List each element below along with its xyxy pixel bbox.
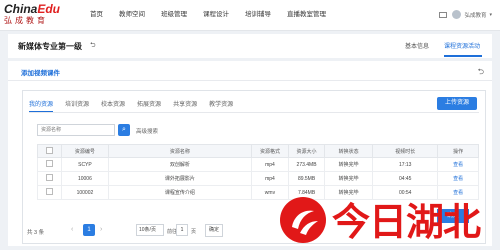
main-nav: 首页 教师空间 班级管理 课程设计 培训辅导 直播教室管理 <box>90 0 342 30</box>
tab-extended-resources[interactable]: 拓展资源 <box>137 99 161 112</box>
tab-basic-info[interactable]: 基本信息 <box>405 41 429 50</box>
cell-name: 双创解析 <box>107 157 252 172</box>
total-count: 共 3 条 <box>27 230 45 236</box>
brand-logo-cn: 弘成教育 <box>4 16 48 25</box>
nav-item-home[interactable]: 首页 <box>90 0 103 30</box>
nav-item-live-classroom[interactable]: 直播教室管理 <box>287 0 326 30</box>
tab-course-resources[interactable]: 课程资源活动 <box>444 41 480 50</box>
advanced-search-link[interactable]: 高级搜索 <box>136 127 158 135</box>
page-number-current[interactable]: 1 <box>83 224 95 236</box>
column-header-id: 资源编号 <box>60 144 109 158</box>
divider <box>8 80 492 81</box>
avatar <box>452 10 462 19</box>
watermark-logo-icon <box>280 197 326 243</box>
cell-duration: 04:45 <box>372 171 439 186</box>
cell-id: SCYP <box>60 157 109 172</box>
user-name: 弘成教育 <box>464 12 487 19</box>
view-link[interactable]: 查看 <box>437 157 479 172</box>
nav-item-training[interactable]: 培训辅导 <box>245 0 271 30</box>
course-header: 新媒体专业第一级 ⮌ 基本信息 课程资源活动 <box>8 34 492 58</box>
cell-format: mp4 <box>250 157 290 172</box>
tab-shared-resources[interactable]: 共享资源 <box>173 99 197 112</box>
column-header-size: 资源大小 <box>288 144 326 158</box>
table-row: SCYP 双创解析 mp4 273.4MB 转换完毕 17:13 查看 <box>37 157 479 172</box>
search-icon: ⌕ <box>122 126 126 133</box>
chevron-down-icon: ▾ <box>489 11 492 18</box>
column-header-name: 资源名称 <box>107 144 252 158</box>
chevron-right-icon[interactable]: › <box>100 226 102 233</box>
row-checkbox[interactable] <box>37 171 62 186</box>
watermark-logo-graphic <box>292 210 318 235</box>
tab-teaching-resources[interactable]: 教学资源 <box>209 99 233 112</box>
tab-training-resources[interactable]: 培训资源 <box>65 99 89 112</box>
search-input[interactable] <box>37 124 115 136</box>
cell-duration: 17:13 <box>372 157 439 172</box>
brand-logo[interactable]: ChinaEdu 弘成教育 <box>4 3 60 26</box>
back-icon[interactable]: ⮌ <box>90 41 96 52</box>
upload-resource-button[interactable]: 上传资源 <box>437 97 477 110</box>
column-header-duration: 视频时长 <box>372 144 439 158</box>
search-button[interactable]: ⌕ <box>118 124 130 136</box>
tab-school-resources[interactable]: 校本资源 <box>101 99 125 112</box>
back-arrow-icon[interactable]: ⮌ <box>478 66 484 80</box>
goto-suffix: 页 <box>191 229 197 235</box>
cell-id: 10006 <box>60 171 109 186</box>
panel-title: 添加视频课件 <box>21 70 60 77</box>
mail-icon[interactable] <box>439 11 448 18</box>
checkbox-icon <box>45 146 53 154</box>
nav-item-teacher-space[interactable]: 教师空间 <box>119 0 145 30</box>
cell-name: 课程宣传介绍 <box>107 185 252 200</box>
brand-logo-en: ChinaEdu <box>4 3 60 15</box>
user-menu[interactable]: 弘成教育 ▾ <box>439 10 492 19</box>
page-title: 新媒体专业第一级 <box>18 42 82 51</box>
goto-page-input[interactable]: 1 <box>176 224 188 236</box>
page-size-select[interactable]: 10条/页 <box>136 224 164 236</box>
checkbox-icon <box>45 188 53 195</box>
chevron-left-icon[interactable]: ‹ <box>71 226 73 233</box>
nav-item-course-design[interactable]: 课程设计 <box>203 0 229 30</box>
cell-size: 273.4MB <box>288 157 326 172</box>
checkbox-icon <box>45 174 53 181</box>
table-row: 10006 课外拓展影片 mp4 89.5MB 转换完毕 04:45 查看 <box>37 171 479 186</box>
row-checkbox[interactable] <box>37 185 62 200</box>
cell-id: 100002 <box>60 185 109 200</box>
cell-name: 课外拓展影片 <box>107 171 252 186</box>
checkbox-icon <box>45 160 53 167</box>
column-header-status: 转换状态 <box>324 144 374 158</box>
active-tab-indicator <box>444 55 482 57</box>
cell-size: 89.5MB <box>288 171 326 186</box>
top-navbar: ChinaEdu 弘成教育 首页 教师空间 班级管理 课程设计 培训辅导 直播教… <box>0 0 500 31</box>
view-link[interactable]: 查看 <box>437 171 479 186</box>
tab-my-resources[interactable]: 我的资源 <box>29 99 54 112</box>
watermark-text: 今日湖北 <box>332 200 481 244</box>
cell-format: mp4 <box>250 171 290 186</box>
tabs-underline <box>29 112 479 113</box>
row-checkbox[interactable] <box>37 157 62 172</box>
brand-logo-en-main: China <box>4 2 38 16</box>
table-header-row: 资源编号 资源名称 资源格式 资源大小 转换状态 视频时长 操作 <box>37 144 479 158</box>
cell-status: 转换完毕 <box>324 171 374 186</box>
column-header-format: 资源格式 <box>250 144 290 158</box>
cell-status: 转换完毕 <box>324 157 374 172</box>
nav-item-class-management[interactable]: 班级管理 <box>161 0 187 30</box>
goto-confirm-button[interactable]: 确定 <box>205 224 223 237</box>
column-header-op: 操作 <box>437 144 479 158</box>
watermark: 今日湖北 <box>280 197 500 250</box>
select-all-checkbox[interactable] <box>37 144 62 158</box>
resource-tabs: 我的资源 培训资源 校本资源 拓展资源 共享资源 教学资源 <box>29 99 245 112</box>
brand-logo-en-accent: Edu <box>37 2 61 16</box>
